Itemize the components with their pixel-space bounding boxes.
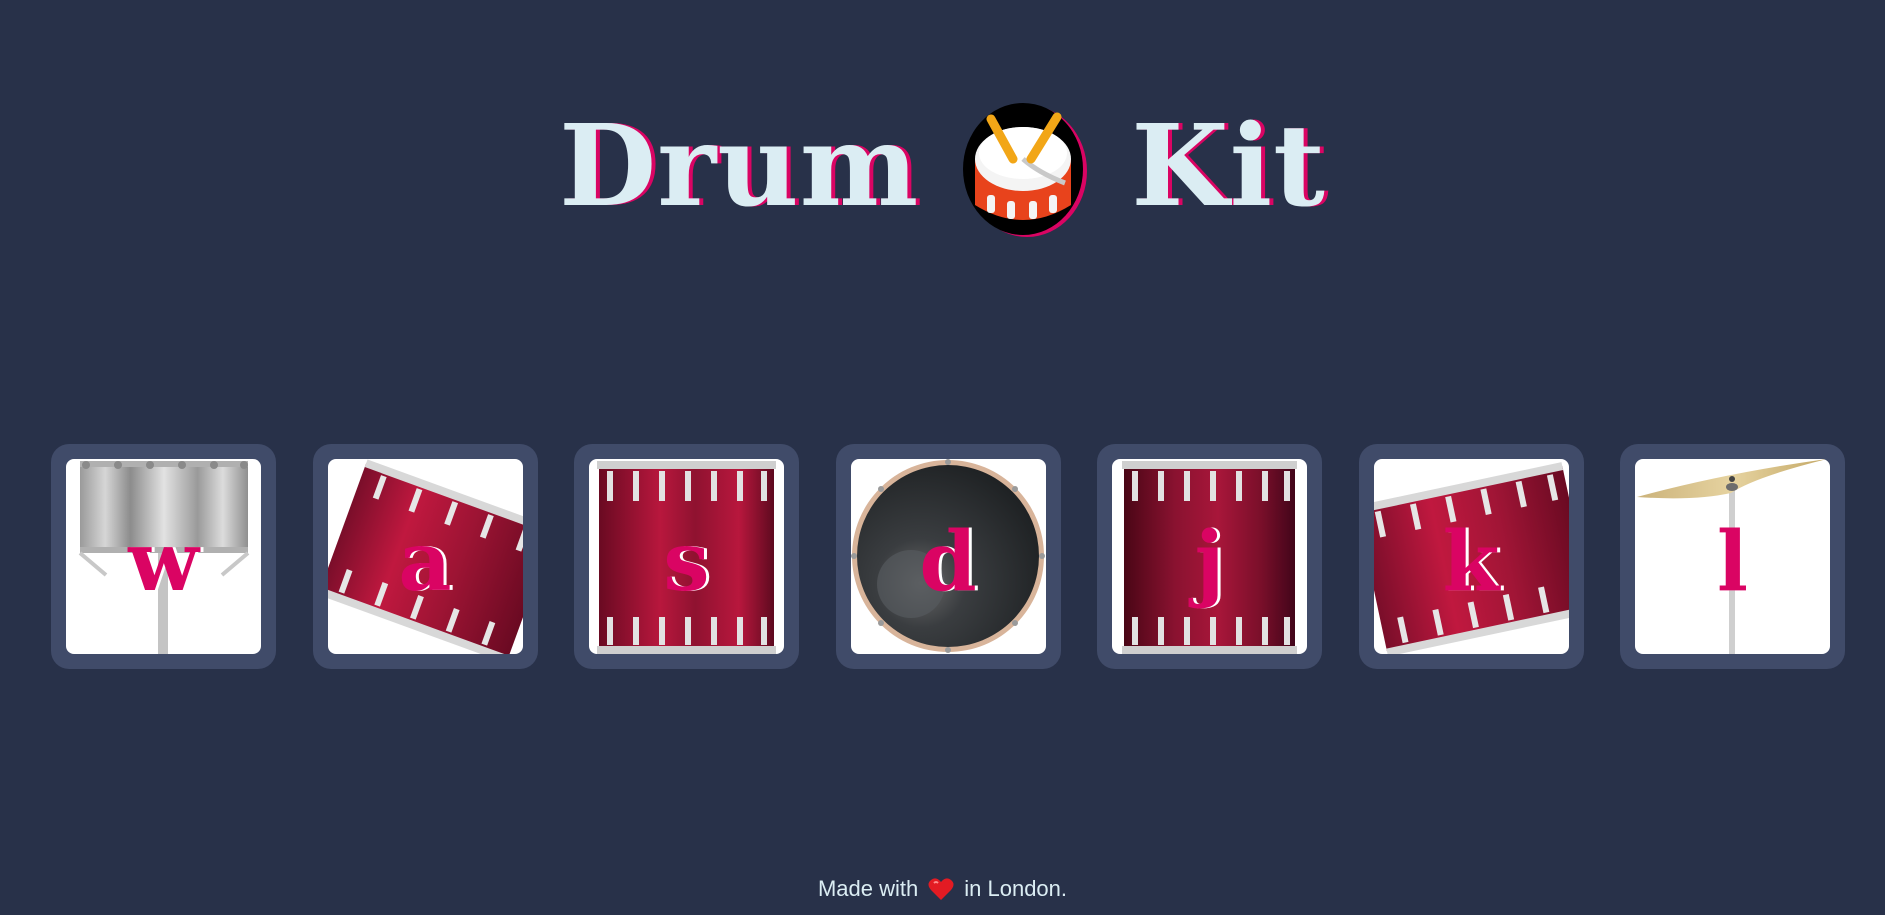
drum-button-d[interactable]: d [835, 444, 1061, 669]
drum-button-w[interactable]: w [51, 444, 276, 669]
title-word-drum: Drum [559, 101, 920, 232]
footer-suffix: in London. [964, 876, 1068, 901]
key-letter: d [919, 514, 977, 610]
key-letter: l [1716, 514, 1749, 610]
drum-icon [963, 103, 1088, 237]
key-letter: a [398, 514, 452, 610]
footer: Made with in London. [0, 874, 1885, 904]
title-word-kit: Kit [1131, 101, 1326, 232]
key-letter: k [1442, 514, 1500, 610]
page-title: Drum Kit [0, 92, 1885, 242]
key-letter: j [1194, 514, 1225, 610]
heart-icon [928, 878, 954, 900]
drum-button-s[interactable]: s [574, 444, 799, 669]
drum-button-l[interactable]: l [1620, 444, 1845, 669]
drum-button-j[interactable]: j [1097, 444, 1322, 669]
drum-button-a[interactable]: a [312, 444, 538, 669]
footer-prefix: Made with [817, 876, 919, 901]
key-letter: s [663, 514, 710, 610]
drum-button-k[interactable]: k [1358, 444, 1584, 669]
drum-kit: w a s d j k l [51, 444, 1845, 669]
key-letter: w [128, 514, 199, 610]
